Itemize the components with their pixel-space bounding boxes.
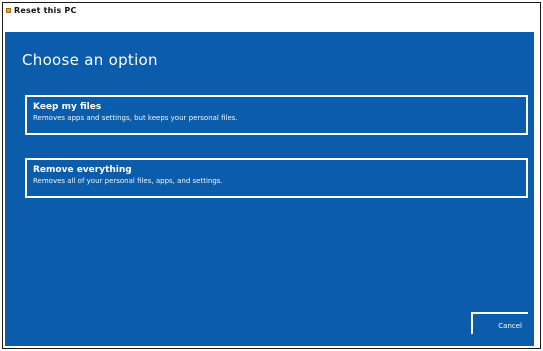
option-description: Removes apps and settings, but keeps you… <box>33 114 238 122</box>
keep-my-files-option[interactable]: Keep my files Removes apps and settings,… <box>25 95 528 135</box>
window-title: Reset this PC <box>14 6 77 15</box>
option-title: Keep my files <box>33 102 102 112</box>
reset-options-panel: Choose an option Keep my files Removes a… <box>5 32 534 346</box>
cancel-button[interactable]: Cancel <box>471 312 528 334</box>
title-bar: Reset this PC <box>3 3 540 18</box>
page-title: Choose an option <box>22 51 158 69</box>
option-title: Remove everything <box>33 165 132 175</box>
app-icon <box>6 8 11 13</box>
option-description: Removes all of your personal files, apps… <box>33 177 223 185</box>
reset-pc-window: Reset this PC Choose an option Keep my f… <box>2 2 541 349</box>
remove-everything-option[interactable]: Remove everything Removes all of your pe… <box>25 158 528 198</box>
